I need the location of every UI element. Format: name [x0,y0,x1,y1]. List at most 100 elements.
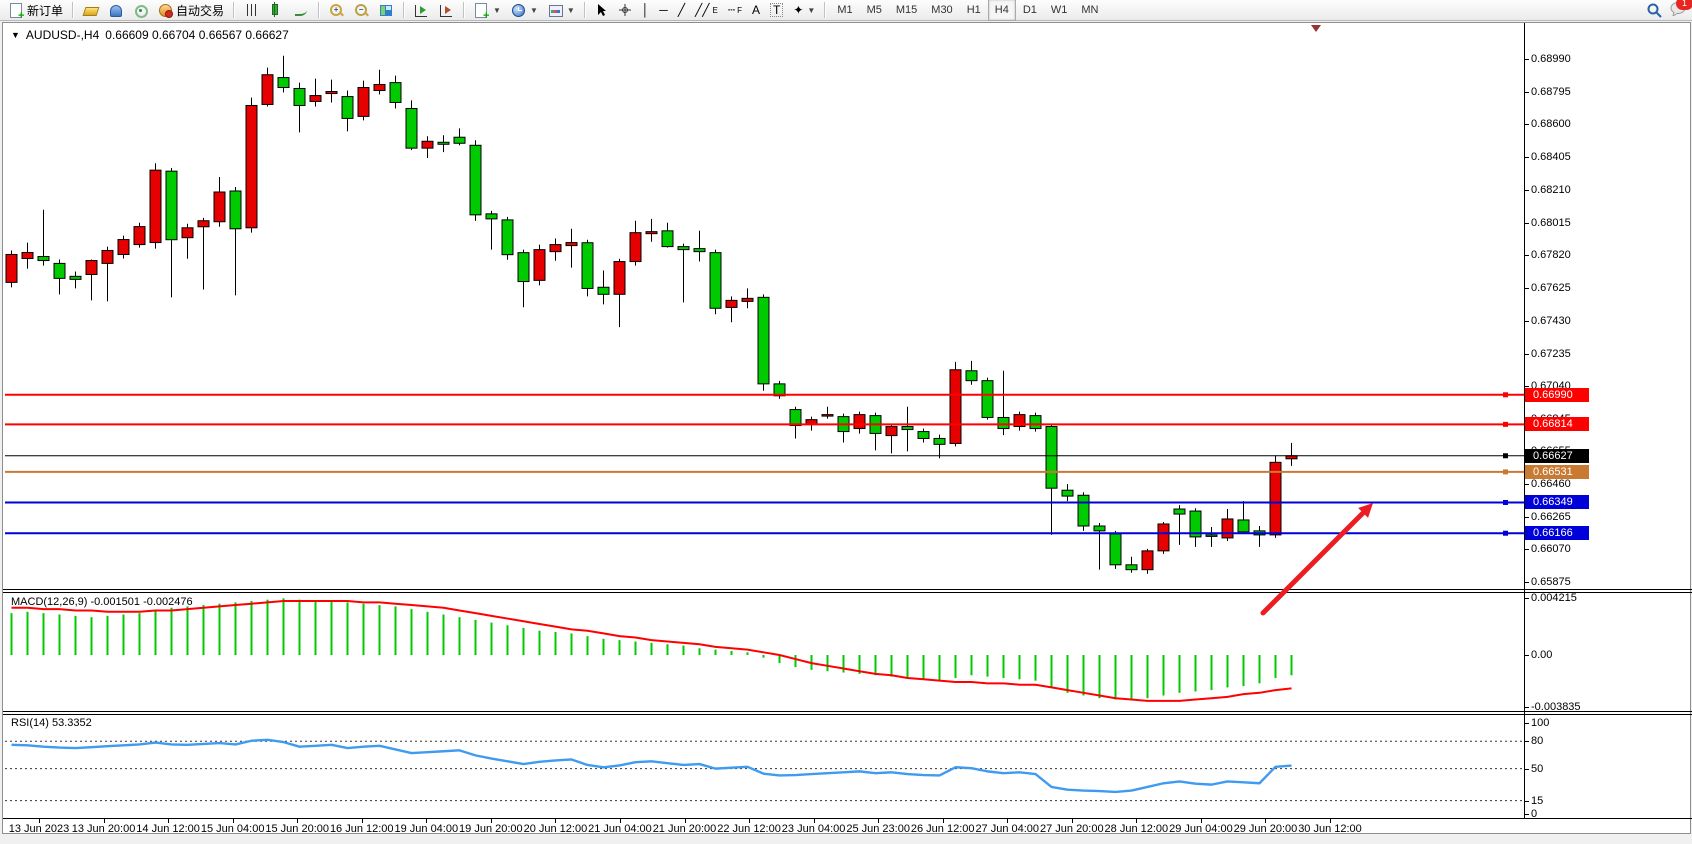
bar-chart-mode-button[interactable] [239,1,264,19]
crosshair-tool-button[interactable] [613,1,637,19]
timeframe-group: M1M5M15M30H1H4D1W1MN [830,0,1105,20]
hline-handle[interactable] [1503,453,1508,458]
time-axis-label: 19 Jun 04:00 [394,823,458,835]
new-order-icon: + [9,3,24,18]
candle-body-down [1062,490,1073,496]
candle-body-down [1206,535,1217,537]
candle-body-up [534,250,545,281]
candle-body-down [502,220,513,255]
price-tick-label: 0.67625 [1531,282,1571,295]
candle-body-down [1126,565,1137,570]
autotrading-button[interactable]: 自动交易 [153,1,229,19]
hline-handle[interactable] [1503,531,1508,536]
candle-chart-mode-button[interactable] [264,1,289,19]
chart-shift-icon [439,3,454,18]
gold-icon [83,3,98,18]
rsi-tick-mark [1524,769,1529,770]
autotrading-icon [158,3,173,18]
arrows-tool-button[interactable]: ✦▼ [788,1,820,19]
timeframe-m1[interactable]: M1 [830,0,859,21]
signals-button[interactable] [128,1,153,19]
rsi-tick-label: 100 [1531,717,1549,730]
price-tick-mark [1524,321,1529,322]
notifications-button[interactable]: 1 [1670,2,1686,19]
rsi-tick-label: 50 [1531,763,1543,776]
cursor-tool-button[interactable] [590,1,613,19]
text-tool-button[interactable]: A [747,1,765,19]
chart-shift-marker[interactable] [1311,25,1321,32]
templates-button[interactable]: ▼ [543,1,580,19]
text-tool-icon: A [752,4,760,16]
candle-body-down [758,297,769,384]
candle-body-down [518,253,529,282]
timeframe-w1[interactable]: W1 [1044,0,1075,21]
timeframe-m15[interactable]: M15 [889,0,924,21]
time-axis-label: 30 Jun 12:00 [1298,823,1362,835]
line-chart-mode-button[interactable] [289,1,314,19]
hline-handle[interactable] [1503,500,1508,505]
hline-tool-button[interactable]: ─ [654,1,673,19]
candle-body-up [102,250,113,263]
periods-button[interactable]: ▼ [506,1,543,19]
chart-shift-button[interactable] [434,1,459,19]
text-label-tool-button[interactable]: T [765,1,788,19]
timeframe-mn[interactable]: MN [1074,0,1105,21]
candlestick-icon [269,3,284,18]
timeframe-d1[interactable]: D1 [1016,0,1044,21]
search-icon[interactable] [1647,3,1662,18]
time-axis-label: 21 Jun 20:00 [653,823,717,835]
tile-windows-button[interactable] [374,1,399,19]
candle-body-down [998,417,1009,428]
candle-body-up [1286,456,1297,459]
timeframe-m5[interactable]: M5 [860,0,889,21]
community-button[interactable] [103,1,128,19]
market-watch-button[interactable] [78,1,103,19]
candle-body-up [134,227,145,245]
rsi-tick-label: 80 [1531,735,1543,748]
auto-scroll-button[interactable] [409,1,434,19]
community-icon [108,3,123,18]
candle-body-down [870,416,881,434]
candle-body-up [374,84,385,90]
trendline-tool-button[interactable]: ╱ [673,1,690,19]
cursor-icon [595,3,608,17]
auto-scroll-icon [414,3,429,18]
vline-tool-button[interactable]: │ [637,1,655,19]
channel-icon: ╱╱ [695,4,709,16]
price-tick-mark [1524,190,1529,191]
candle-body-down [1078,495,1089,526]
price-tag-0.66990: 0.66990 [1525,388,1589,402]
new-order-button[interactable]: + 新订单 [4,1,68,19]
rsi-tick-label: 0 [1531,808,1537,821]
tile-windows-icon [379,3,394,18]
zoom-out-button[interactable]: − [349,1,374,19]
price-tick-mark [1524,59,1529,60]
indicators-button[interactable]: +▼ [469,1,506,19]
chart-window[interactable]: ▼ AUDUSD-,H4 0.66609 0.66704 0.66567 0.6… [2,22,1691,834]
candle-body-down [38,257,49,261]
channel-tool-button[interactable]: ╱╱E [690,1,723,19]
candle-body-up [182,228,193,238]
candle-body-up [646,232,657,234]
timeframe-m30[interactable]: M30 [924,0,959,21]
shapes-icon: ✦ [793,4,803,16]
price-tick-label: 0.66265 [1531,511,1571,524]
time-axis-label: 26 Jun 12:00 [911,823,975,835]
candle-body-up [1222,519,1233,538]
zoom-in-button[interactable]: + [324,1,349,19]
macd-tick-mark [1524,707,1529,708]
hline-handle[interactable] [1503,392,1508,397]
rsi-indicator-label: RSI(14) 53.3352 [11,717,92,729]
timeframe-h4[interactable]: H4 [988,0,1016,21]
timeframe-h1[interactable]: H1 [960,0,988,21]
fibonacci-tool-button[interactable]: ┄F [723,1,747,19]
annotation-arrow-head[interactable] [1358,503,1373,518]
hline-handle[interactable] [1503,422,1508,427]
price-tick-mark [1524,124,1529,125]
time-axis-label: 13 Jun 20:00 [72,823,136,835]
annotation-arrow-shaft[interactable] [1263,513,1363,613]
price-tick-label: 0.65875 [1531,576,1571,589]
periods-clock-icon [511,3,526,18]
symbol-dropdown-icon[interactable]: ▼ [11,30,20,40]
hline-handle[interactable] [1503,469,1508,474]
